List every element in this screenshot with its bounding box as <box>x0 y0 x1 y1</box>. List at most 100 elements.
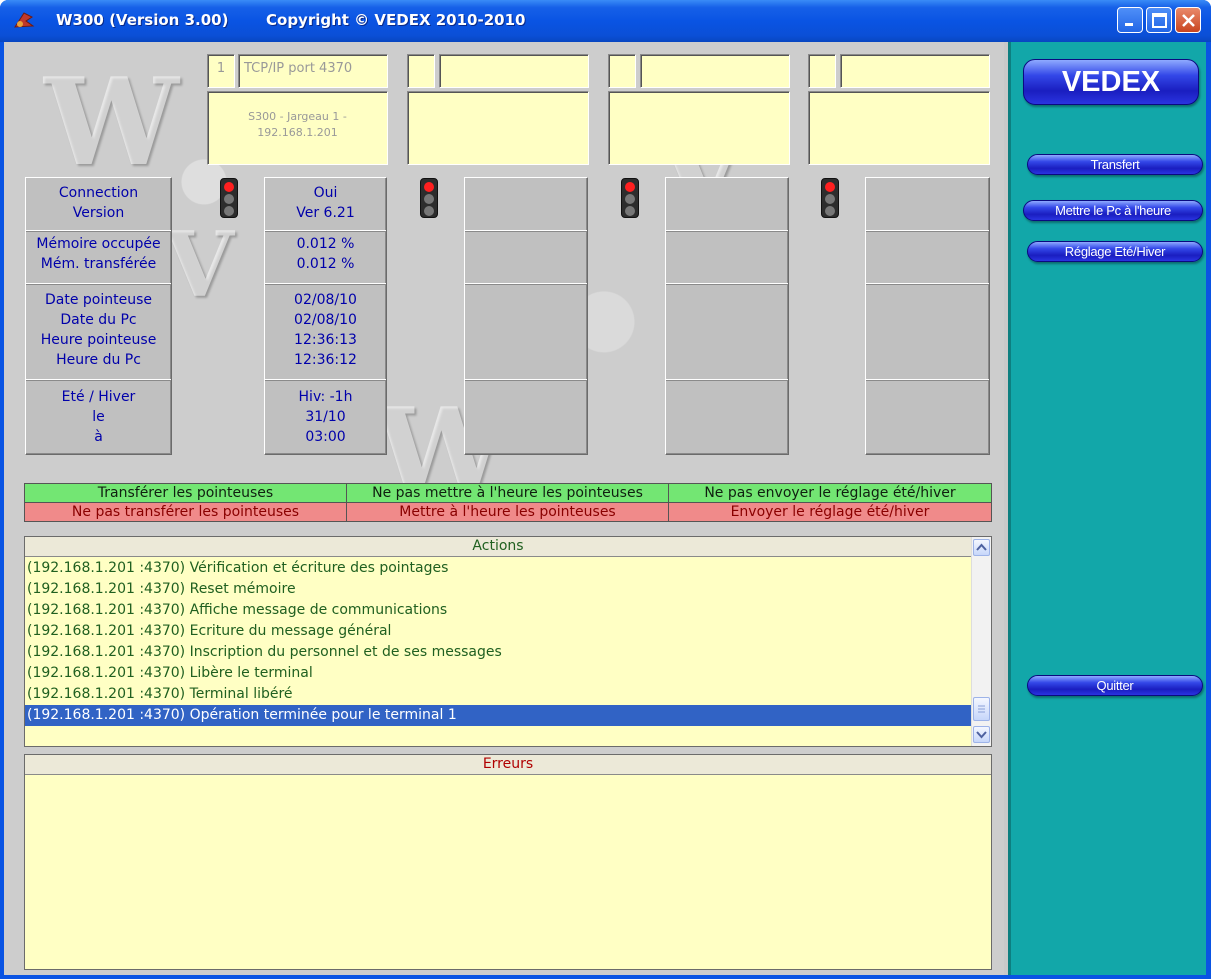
label-version: Version <box>72 205 125 221</box>
chevron-down-icon <box>976 731 987 739</box>
settime-no-option[interactable]: Ne pas mettre à l'heure les pointeuses <box>346 483 669 503</box>
label-group-datetime: Date pointeuse Date du Pc Heure pointeus… <box>26 288 171 380</box>
value-group-connection: Oui Ver 6.21 <box>265 183 386 231</box>
terminal-2-connection <box>439 54 589 88</box>
set-pc-time-button[interactable]: Mettre le Pc à l'heure <box>1023 200 1203 221</box>
label-dst-on: le <box>92 409 105 425</box>
dst-setting-button[interactable]: Réglage Eté/Hiver <box>1027 241 1203 262</box>
label-memory-used: Mémoire occupée <box>36 236 161 252</box>
actions-scrollbar[interactable] <box>971 537 991 746</box>
terminal-4-number <box>808 54 836 88</box>
terminal-1-number: 1 <box>207 54 235 88</box>
value-dst: Hiv: -1h <box>298 389 353 405</box>
dst-no-option[interactable]: Ne pas envoyer le réglage été/hiver <box>668 483 992 503</box>
terminal-1-name: S300 - Jargeau 1 - <box>248 110 347 123</box>
maximize-button[interactable] <box>1146 7 1172 33</box>
terminal-3-name-box <box>608 91 790 165</box>
label-clock-date: Date pointeuse <box>44 292 152 308</box>
app-icon[interactable] <box>12 9 36 31</box>
list-item[interactable]: (192.168.1.201 :4370) Ecriture du messag… <box>25 621 971 642</box>
value-clock-time: 12:36:13 <box>294 332 357 348</box>
label-pc-time: Heure du Pc <box>56 352 141 368</box>
window-title-copyright: Copyright © VEDEX 2010-2010 <box>266 11 526 29</box>
title-bar[interactable]: W300 (Version 3.00) Copyright © VEDEX 20… <box>0 0 1211 42</box>
errors-panel[interactable]: Erreurs <box>24 754 992 970</box>
value-pc-date: 02/08/10 <box>294 312 357 328</box>
value-version: Ver 6.21 <box>296 205 355 221</box>
value-group-memory: 0.012 % 0.012 % <box>265 234 386 284</box>
minimize-button[interactable] <box>1117 7 1143 33</box>
dst-yes-option[interactable]: Envoyer le réglage été/hiver <box>668 502 992 522</box>
list-item[interactable]: (192.168.1.201 :4370) Affiche message de… <box>25 600 971 621</box>
grip-icon <box>978 705 985 713</box>
terminal-2-name-box <box>407 91 589 165</box>
sidebar: VEDEX Transfert Mettre le Pc à l'heure R… <box>1008 42 1206 975</box>
label-clock-time: Heure pointeuse <box>40 332 157 348</box>
transfer-yes-option[interactable]: Transférer les pointeuses <box>24 483 347 503</box>
label-memory-transferred: Mém. transférée <box>40 256 157 272</box>
list-item[interactable]: (192.168.1.201 :4370) Libère le terminal <box>25 663 971 684</box>
traffic-light-icon <box>621 178 639 218</box>
value-dst-date: 31/10 <box>305 409 346 425</box>
traffic-light-icon <box>821 178 839 218</box>
maximize-icon <box>1152 13 1167 28</box>
close-button[interactable] <box>1175 7 1201 33</box>
terminal-1-connection: TCP/IP port 4370 <box>238 54 388 88</box>
transfer-button[interactable]: Transfert <box>1027 154 1203 175</box>
minimize-icon <box>1125 23 1133 26</box>
actions-header: Actions <box>25 537 971 557</box>
actions-panel[interactable]: Actions (192.168.1.201 :4370) Vérificati… <box>24 536 992 747</box>
list-item[interactable]: (192.168.1.201 :4370) Vérification et éc… <box>25 558 971 579</box>
label-pc-date: Date du Pc <box>60 312 137 328</box>
value-clock-date: 02/08/10 <box>294 292 357 308</box>
list-item[interactable]: (192.168.1.201 :4370) Inscription du per… <box>25 642 971 663</box>
main-panel: W W V V 1 TCP/IP port 4370 S300 - Jargea… <box>4 42 1004 975</box>
terminal-1-name-box: S300 - Jargeau 1 - 192.168.1.201 <box>207 91 388 165</box>
close-icon <box>1182 14 1195 27</box>
label-group-memory: Mémoire occupée Mém. transférée <box>26 234 171 284</box>
label-group-dst: Eté / Hiver le à <box>26 385 171 451</box>
traffic-light-icon <box>420 178 438 218</box>
value-memory-transferred: 0.012 % <box>296 256 355 272</box>
status-labels-column: Connection Version Mémoire occupée Mém. … <box>25 177 172 455</box>
client-area: W W V V 1 TCP/IP port 4370 S300 - Jargea… <box>4 42 1206 975</box>
value-connection: Oui <box>313 185 338 201</box>
window-title-app: W300 (Version 3.00) <box>56 11 229 29</box>
errors-header: Erreurs <box>25 755 991 775</box>
settime-yes-option[interactable]: Mettre à l'heure les pointeuses <box>346 502 669 522</box>
quit-button[interactable]: Quitter <box>1027 675 1203 696</box>
options-grid: Transférer les pointeuses Ne pas mettre … <box>24 483 992 523</box>
scroll-thumb[interactable] <box>973 697 990 721</box>
value-pc-time: 12:36:12 <box>294 352 357 368</box>
terminal-1-status-column: Oui Ver 6.21 0.012 % 0.012 % 02/08/10 02… <box>264 177 387 455</box>
value-group-dst: Hiv: -1h 31/10 03:00 <box>265 385 386 451</box>
terminal-2-number <box>407 54 435 88</box>
transfer-no-option[interactable]: Ne pas transférer les pointeuses <box>24 502 347 522</box>
value-dst-time: 03:00 <box>305 429 346 445</box>
terminal-2-status-column <box>464 177 588 455</box>
watermark-w: W <box>44 52 179 193</box>
terminal-3-connection <box>640 54 790 88</box>
terminal-4-connection <box>840 54 990 88</box>
list-item[interactable]: (192.168.1.201 :4370) Terminal libéré <box>25 684 971 705</box>
app-window: W300 (Version 3.00) Copyright © VEDEX 20… <box>0 0 1211 979</box>
label-dst: Eté / Hiver <box>61 389 136 405</box>
label-group-connection: Connection Version <box>26 183 171 231</box>
list-item-selected[interactable]: (192.168.1.201 :4370) Opération terminée… <box>25 705 971 726</box>
scroll-down-button[interactable] <box>973 726 990 743</box>
vedex-logo-button[interactable]: VEDEX <box>1023 59 1199 105</box>
list-item[interactable]: (192.168.1.201 :4370) Reset mémoire <box>25 579 971 600</box>
label-dst-at: à <box>94 429 103 445</box>
terminal-3-number <box>608 54 636 88</box>
label-connection: Connection <box>58 185 139 201</box>
scroll-up-button[interactable] <box>973 539 990 556</box>
watermark-v: V <box>164 212 234 318</box>
terminal-3-status-column <box>665 177 789 455</box>
traffic-light-icon <box>220 178 238 218</box>
terminal-4-status-column <box>865 177 990 455</box>
value-group-datetime: 02/08/10 02/08/10 12:36:13 12:36:12 <box>265 288 386 380</box>
terminal-4-name-box <box>808 91 990 165</box>
terminal-1-ip: 192.168.1.201 <box>257 126 338 139</box>
value-memory-used: 0.012 % <box>296 236 355 252</box>
chevron-up-icon <box>976 543 987 551</box>
